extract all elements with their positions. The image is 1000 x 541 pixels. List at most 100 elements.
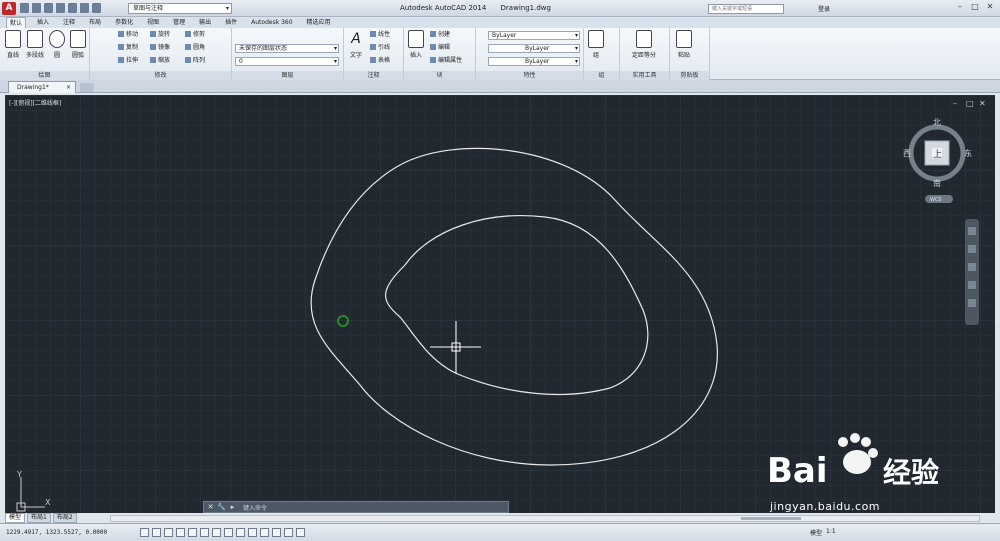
- panel-clipboard: 粘贴 剪贴板: [670, 28, 710, 80]
- leader-button[interactable]: 引线: [370, 44, 390, 52]
- grid-display-icon[interactable]: [164, 528, 173, 537]
- new-tab-button[interactable]: [80, 83, 94, 92]
- quick-properties-icon[interactable]: [284, 528, 293, 537]
- line-button[interactable]: 直线: [3, 30, 23, 59]
- customize-cmd-icon[interactable]: 🔧: [217, 503, 226, 512]
- horizontal-scrollbar[interactable]: [110, 515, 980, 522]
- 3d-osnap-icon[interactable]: [212, 528, 221, 537]
- save-icon[interactable]: [44, 3, 53, 13]
- arc-button[interactable]: 圆弧: [68, 30, 88, 59]
- viewport-minimize-icon[interactable]: –: [953, 99, 957, 108]
- panel-block-title[interactable]: 块: [404, 71, 475, 80]
- tab-layout2[interactable]: 布局2: [52, 513, 77, 523]
- array-button[interactable]: 阵列: [185, 57, 205, 65]
- close-icon[interactable]: ✕: [985, 2, 995, 12]
- tab-plugins[interactable]: 插件: [222, 17, 240, 28]
- layer-dropdown[interactable]: 0: [235, 57, 339, 66]
- viewport-close-icon[interactable]: ✕: [979, 99, 986, 108]
- undo-icon[interactable]: [80, 3, 89, 13]
- paste-button[interactable]: 粘贴: [674, 30, 694, 59]
- scroll-thumb[interactable]: [741, 517, 801, 520]
- transparency-icon[interactable]: [272, 528, 281, 537]
- divide-button[interactable]: 定距等分: [624, 30, 664, 59]
- edit-attributes-button[interactable]: 编辑属性: [430, 57, 462, 65]
- recent-cmd-icon[interactable]: ▸: [228, 503, 237, 512]
- minimize-icon[interactable]: –: [955, 2, 965, 12]
- panel-annotation-title[interactable]: 注释: [344, 71, 403, 80]
- print-icon[interactable]: [68, 3, 77, 13]
- panel-groups-title[interactable]: 组: [584, 71, 619, 80]
- document-tab[interactable]: Drawing1* ×: [8, 81, 76, 93]
- login-button[interactable]: 登录: [818, 4, 830, 13]
- panel-utilities-title[interactable]: 实用工具: [620, 71, 669, 80]
- tab-manage[interactable]: 管理: [170, 17, 188, 28]
- annotation-scale-button[interactable]: 1:1: [826, 528, 836, 537]
- tab-autodesk360[interactable]: Autodesk 360: [248, 17, 295, 28]
- maximize-icon[interactable]: □: [970, 2, 980, 12]
- move-button[interactable]: 移动: [118, 31, 138, 39]
- tab-layout1[interactable]: 布局1: [27, 513, 51, 523]
- create-block-button[interactable]: 创建: [430, 31, 450, 39]
- ortho-mode-icon[interactable]: [176, 528, 185, 537]
- panel-annotation: A 文字 线性 引线 表格 注释: [344, 28, 404, 80]
- navigation-bar[interactable]: [965, 219, 979, 325]
- selection-cycling-icon[interactable]: [296, 528, 305, 537]
- viewport-restore-icon[interactable]: □: [966, 99, 974, 108]
- panel-draw-title[interactable]: 绘图: [0, 71, 89, 80]
- dynamic-input-icon[interactable]: [248, 528, 257, 537]
- scale-button[interactable]: 缩放: [150, 57, 170, 65]
- panel-properties-title[interactable]: 特性: [476, 71, 583, 80]
- linear-dim-button[interactable]: 线性: [370, 31, 390, 39]
- coordinates-readout[interactable]: 1229.4917, 1323.5527, 0.0000: [6, 529, 107, 536]
- layer-state-dropdown[interactable]: 未保存的图层状态: [235, 44, 339, 53]
- tab-layout[interactable]: 布局: [86, 17, 104, 28]
- app-menu-button[interactable]: A: [2, 2, 16, 15]
- color-dropdown[interactable]: ByLayer: [488, 31, 580, 40]
- lineweight-icon[interactable]: [260, 528, 269, 537]
- panel-clipboard-title[interactable]: 剪贴板: [670, 71, 709, 80]
- viewport-controls[interactable]: [-][俯视][二维线框]: [9, 98, 61, 107]
- model-space-button[interactable]: 模型: [810, 528, 822, 537]
- circle-button[interactable]: 圆: [47, 30, 67, 59]
- workspace-dropdown[interactable]: 草图与注释: [128, 3, 232, 14]
- panel-layers-title[interactable]: 图层: [232, 71, 343, 80]
- tab-model[interactable]: 模型: [5, 513, 26, 523]
- tab-annotate[interactable]: 注释: [60, 17, 78, 28]
- close-cmd-icon[interactable]: ✕: [206, 503, 215, 512]
- panel-modify-title[interactable]: 修改: [90, 71, 231, 80]
- infer-constraints-icon[interactable]: [140, 528, 149, 537]
- open-icon[interactable]: [32, 3, 41, 13]
- search-input[interactable]: 键入关键字或短语: [708, 4, 784, 14]
- tab-view[interactable]: 视图: [144, 17, 162, 28]
- redo-icon[interactable]: [92, 3, 101, 13]
- insert-button[interactable]: 插入: [406, 30, 426, 59]
- polar-tracking-icon[interactable]: [188, 528, 197, 537]
- new-icon[interactable]: [20, 3, 29, 13]
- copy-button[interactable]: 复制: [118, 44, 138, 52]
- snap-mode-icon[interactable]: [152, 528, 161, 537]
- tab-parametric[interactable]: 参数化: [112, 17, 136, 28]
- tab-featured-apps[interactable]: 精选应用: [304, 17, 334, 28]
- mirror-button[interactable]: 镜像: [150, 44, 170, 52]
- polyline-button[interactable]: 多段线: [24, 30, 46, 59]
- edit-block-button[interactable]: 编辑: [430, 44, 450, 52]
- stretch-button[interactable]: 拉伸: [118, 57, 138, 65]
- linetype-dropdown[interactable]: ByLayer: [488, 44, 580, 53]
- object-snap-icon[interactable]: [200, 528, 209, 537]
- lineweight-dropdown[interactable]: ByLayer: [488, 57, 580, 66]
- close-tab-icon[interactable]: ×: [66, 82, 71, 93]
- fillet-button[interactable]: 圆角: [185, 44, 205, 52]
- tab-insert[interactable]: 插入: [34, 17, 52, 28]
- command-line[interactable]: ✕ 🔧 ▸ 键入命令: [203, 501, 509, 513]
- table-button[interactable]: 表格: [370, 57, 390, 65]
- save-as-icon[interactable]: [56, 3, 65, 13]
- trim-button[interactable]: 修剪: [185, 31, 205, 39]
- rotate-button[interactable]: 旋转: [150, 31, 170, 39]
- dynamic-ucs-icon[interactable]: [236, 528, 245, 537]
- tab-output[interactable]: 输出: [196, 17, 214, 28]
- group-button[interactable]: 组: [586, 30, 606, 59]
- command-prompt[interactable]: 键入命令: [243, 503, 267, 512]
- text-button[interactable]: A 文字: [346, 30, 366, 59]
- object-snap-tracking-icon[interactable]: [224, 528, 233, 537]
- tab-home[interactable]: 默认: [6, 17, 27, 28]
